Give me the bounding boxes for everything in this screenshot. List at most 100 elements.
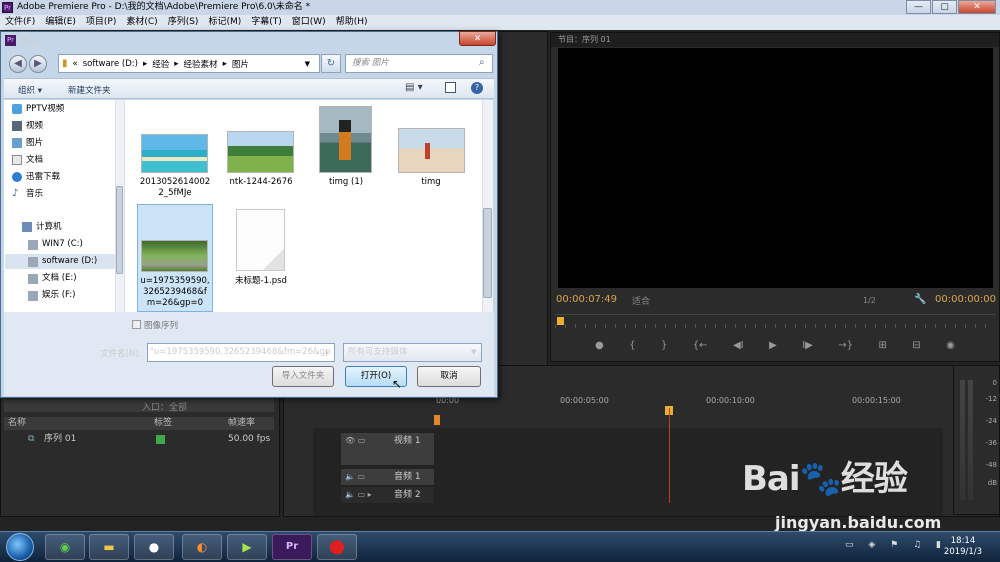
breadcrumb-sep[interactable]: ▸ [223, 59, 227, 69]
thumbnail-tree-road[interactable] [141, 240, 208, 272]
timeline-playhead[interactable] [669, 408, 670, 503]
minimize-button[interactable]: — [906, 0, 931, 14]
360-icon[interactable]: ◉ [45, 534, 85, 560]
organize-button[interactable]: 组织 ▾ [18, 84, 42, 96]
nav-item-drive-c[interactable]: WIN7 (C:) [42, 238, 83, 250]
help-icon[interactable]: ? [471, 82, 483, 94]
filetype-select[interactable]: 所有可支持媒体 [343, 343, 482, 362]
project-row-sequence[interactable]: ⧉ 序列 01 50.00 fps [4, 432, 274, 446]
nav-item-drive-d[interactable]: software (D:) [42, 255, 97, 267]
nav-item-video[interactable]: 视频 [26, 120, 43, 132]
file-label[interactable]: ntk-1244-2676 [223, 177, 299, 188]
search-input[interactable]: 搜索 图片 [345, 54, 493, 73]
work-area-start[interactable] [434, 415, 440, 425]
program-tab[interactable]: 节目：序列 01 [558, 33, 611, 47]
breadcrumb-pictures[interactable]: 图片 [232, 58, 249, 70]
thumbnail-beach[interactable] [398, 128, 465, 173]
file-scroll-thumb[interactable] [483, 208, 492, 298]
nav-item-drive-e[interactable]: 文档 (E:) [42, 272, 77, 284]
speaker-icon[interactable]: 🔈 ▭ ▸ [345, 487, 372, 503]
file-label[interactable]: 2013052614002 2_5fMJe [138, 177, 212, 199]
media-icon[interactable]: ▶ [227, 534, 267, 560]
import-folder-button[interactable]: 导入文件夹 [272, 366, 334, 387]
file-label[interactable]: timg (1) [312, 177, 380, 188]
menu-clip[interactable]: 素材(C) [121, 15, 162, 30]
export-frame-button[interactable]: ◉ [946, 340, 955, 356]
back-arrow-icon[interactable]: ◀ [9, 55, 27, 73]
filetype-dropdown-icon[interactable]: ▼ [471, 348, 476, 356]
mark-in-button[interactable]: { [629, 340, 635, 356]
play-button[interactable]: ▶ [769, 340, 777, 356]
psd-file-icon[interactable] [236, 209, 285, 271]
nav-item-pptv[interactable]: PPTV视频 [26, 103, 64, 115]
extract-button[interactable]: ⊟ [912, 340, 920, 356]
maximize-button[interactable]: ▢ [932, 0, 957, 14]
menu-help[interactable]: 帮助(H) [331, 15, 373, 30]
nav-item-thunder[interactable]: 迅雷下载 [26, 171, 60, 183]
preview-pane-icon[interactable] [445, 82, 456, 93]
column-label[interactable]: 标签 [154, 417, 172, 430]
file-label[interactable]: u=1975359590, 3265239468&f m=26&gp=0 [138, 276, 212, 309]
resolution-select[interactable]: 1/2 [863, 296, 876, 305]
breadcrumb-jingyan[interactable]: 经验 [152, 58, 169, 70]
menu-file[interactable]: 文件(F) [0, 15, 40, 30]
search-icon[interactable]: ⌕ [479, 57, 485, 68]
start-button[interactable] [6, 533, 34, 561]
thumbnail-landscape[interactable] [227, 131, 294, 173]
go-to-out-button[interactable]: →} [838, 340, 853, 356]
project-in-label[interactable]: 入口：全部 [142, 400, 187, 413]
breadcrumb-overflow[interactable]: « [73, 59, 78, 69]
qq-icon[interactable]: ● [134, 534, 174, 560]
menu-project[interactable]: 项目(P) [81, 15, 121, 30]
column-framerate[interactable]: 帧速率 [228, 417, 255, 430]
image-sequence-checkbox[interactable] [132, 320, 141, 329]
program-playhead-marker[interactable] [557, 317, 564, 325]
track-header-audio2[interactable]: 🔈 ▭ ▸ 音频 2 [340, 486, 435, 504]
menu-marker[interactable]: 标记(M) [203, 15, 246, 30]
breadcrumb-drive[interactable]: software (D:) [83, 59, 138, 69]
refresh-icon[interactable]: ↻ [321, 54, 341, 73]
premiere-icon[interactable]: Pr [272, 534, 312, 560]
thumbnail-island[interactable] [141, 134, 208, 173]
file-label[interactable]: timg [400, 177, 462, 188]
lift-button[interactable]: ⊞ [878, 340, 886, 356]
timeline-ruler[interactable]: 00:00 00:00:05:00 00:00:10:00 00:00:15:0… [436, 394, 936, 408]
project-search-bar[interactable]: 入口：全部 [4, 399, 274, 413]
nav-item-pictures[interactable]: 图片 [26, 137, 43, 149]
go-to-in-button[interactable]: {← [693, 340, 708, 356]
breadcrumb-sep[interactable]: ▸ [174, 59, 178, 69]
breadcrumb-sep[interactable]: ▸ [143, 59, 147, 69]
speaker-icon[interactable]: 🔈 ▭ [345, 469, 365, 485]
dialog-close-button[interactable]: ✕ [459, 31, 496, 46]
mark-out-button[interactable]: } [661, 340, 667, 356]
cancel-button[interactable]: 取消 [417, 366, 481, 387]
column-name[interactable]: 名称 [8, 417, 26, 430]
system-tray-icons[interactable]: ▭ ◈ ⚑ ♫ ▮ [845, 540, 947, 550]
breadcrumb-sucai[interactable]: 经验素材 [184, 58, 218, 70]
playhead-timecode[interactable]: 00:00:07:49 [556, 294, 617, 305]
menu-edit[interactable]: 编辑(E) [40, 15, 81, 30]
program-time-ruler[interactable] [555, 314, 995, 328]
nav-item-music[interactable]: 音乐 [26, 188, 43, 200]
zoom-select[interactable]: 适合 [632, 294, 650, 307]
nav-item-documents[interactable]: 文档 [26, 154, 43, 166]
menu-window[interactable]: 窗口(W) [287, 15, 331, 30]
wrench-icon[interactable]: 🔧 [914, 294, 926, 305]
nav-item-computer[interactable]: 计算机 [36, 221, 62, 233]
nav-scroll-thumb[interactable] [116, 186, 123, 274]
add-marker-button[interactable]: ● [595, 340, 604, 356]
menu-title[interactable]: 字幕(T) [246, 15, 287, 30]
explorer-icon[interactable]: ▬ [89, 534, 129, 560]
track-header-audio1[interactable]: 🔈 ▭ 音频 1 [340, 468, 435, 486]
record-icon[interactable]: ⬤ [317, 534, 357, 560]
track-header-video1[interactable]: 👁 ▭ 视频 1 [340, 432, 435, 466]
file-label[interactable]: 未标题-1.psd [228, 276, 294, 287]
close-button[interactable]: ✕ [958, 0, 996, 14]
step-forward-button[interactable]: I▶ [802, 340, 813, 356]
menu-sequence[interactable]: 序列(S) [163, 15, 204, 30]
filename-dropdown-icon[interactable]: ▾ [325, 349, 329, 357]
step-back-button[interactable]: ◀I [733, 340, 744, 356]
firefox-icon[interactable]: ◐ [182, 534, 222, 560]
address-bar[interactable]: ▮ « software (D:) ▸ 经验 ▸ 经验素材 ▸ 图片 ▼ [58, 54, 320, 73]
view-options-icon[interactable]: ▤ ▾ [405, 82, 423, 93]
